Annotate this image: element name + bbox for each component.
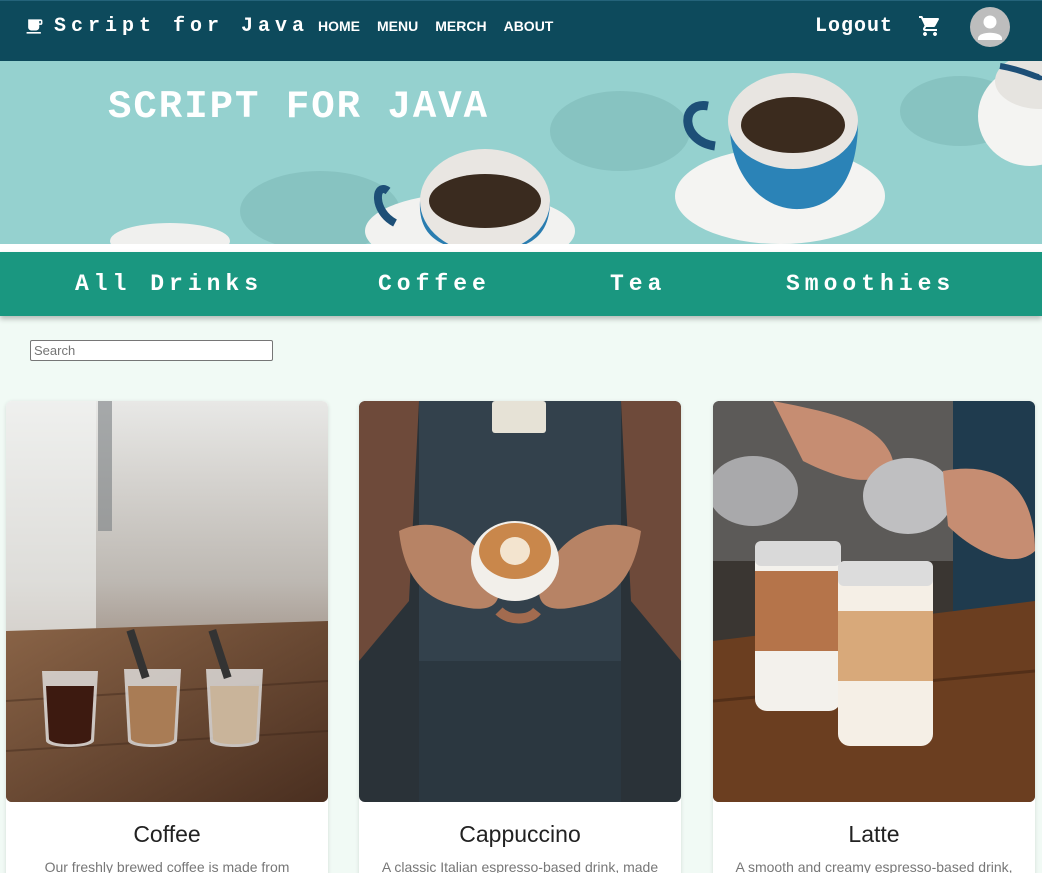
product-description: A classic Italian espresso-based drink, … (381, 859, 659, 873)
product-name: Latte (848, 821, 900, 847)
nav-home[interactable]: HOME (318, 18, 360, 34)
product-card-coffee[interactable]: Coffee Our freshly brewed coffee is made… (6, 401, 328, 873)
product-image (6, 401, 328, 802)
category-coffee[interactable]: Coffee (378, 271, 491, 297)
brand[interactable]: Script for Java (25, 15, 309, 38)
coffee-cup-icon (26, 19, 43, 34)
top-nav: Script for Java HOME MENU MERCH ABOUT Lo… (0, 0, 1042, 61)
main-nav: HOME MENU MERCH ABOUT (318, 18, 570, 34)
product-image (359, 401, 681, 802)
nav-menu[interactable]: MENU (377, 18, 418, 34)
category-smoothies[interactable]: Smoothies (786, 271, 955, 297)
category-bar: All Drinks Coffee Tea Smoothies (0, 252, 1042, 316)
cart-icon[interactable] (918, 14, 942, 38)
brand-title: Script for Java (54, 15, 310, 38)
product-description: A smooth and creamy espresso-based drink… (735, 859, 1013, 873)
nav-about[interactable]: ABOUT (504, 18, 554, 34)
product-name: Cappuccino (459, 821, 581, 847)
product-card-cappuccino[interactable]: Cappuccino A classic Italian espresso-ba… (359, 401, 681, 873)
product-name: Coffee (133, 821, 201, 847)
search-input[interactable] (30, 340, 273, 361)
category-all-drinks[interactable]: All Drinks (75, 271, 263, 297)
product-card-latte[interactable]: Latte A smooth and creamy espresso-based… (713, 401, 1035, 873)
hero-divider (0, 244, 1042, 252)
logout-button[interactable]: Logout (815, 15, 893, 38)
product-image (713, 401, 1035, 802)
product-description: Our freshly brewed coffee is made from (44, 859, 290, 873)
hero-banner: SCRIPT FOR JAVA (0, 61, 1042, 244)
nav-merch[interactable]: MERCH (435, 18, 486, 34)
category-tea[interactable]: Tea (610, 271, 666, 297)
hero-title: SCRIPT FOR JAVA (108, 85, 490, 129)
avatar[interactable] (970, 7, 1010, 47)
user-icon (978, 15, 1002, 40)
